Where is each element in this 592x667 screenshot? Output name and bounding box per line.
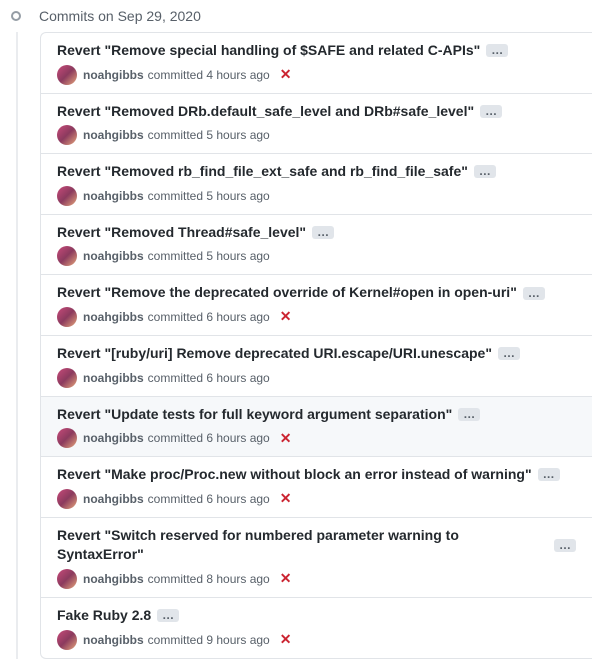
commit-time: committed 6 hours ago [148, 371, 270, 385]
expand-commit-button[interactable]: … [312, 226, 334, 239]
expand-commit-button[interactable]: … [480, 105, 502, 118]
commit-item: Revert "Removed DRb.default_safe_level a… [41, 94, 592, 155]
avatar[interactable] [57, 630, 77, 650]
commit-meta: noahgibbs committed 8 hours ago ✕ [57, 569, 576, 589]
commit-meta: noahgibbs committed 4 hours ago ✕ [57, 65, 576, 85]
status-failed-icon[interactable]: ✕ [280, 570, 292, 587]
expand-commit-button[interactable]: … [523, 287, 545, 300]
commit-meta: noahgibbs committed 6 hours ago ✕ [57, 489, 576, 509]
expand-commit-button[interactable]: … [157, 609, 179, 622]
avatar[interactable] [57, 489, 77, 509]
status-failed-icon[interactable]: ✕ [280, 66, 292, 83]
commit-meta: noahgibbs committed 5 hours ago [57, 125, 576, 145]
commit-meta: noahgibbs committed 6 hours ago ✕ [57, 307, 576, 327]
commit-item: Revert "Removed Thread#safe_level" … noahg… [41, 215, 592, 276]
commit-item: Revert "Removed rb_find_file_ext_safe an… [41, 154, 592, 215]
status-failed-icon[interactable]: ✕ [280, 490, 292, 507]
commit-time: committed 8 hours ago [148, 572, 270, 586]
commit-timeline: Revert "Remove special handling of $SAFE… [16, 32, 592, 659]
commit-author-link[interactable]: noahgibbs [83, 371, 144, 385]
avatar[interactable] [57, 246, 77, 266]
commit-title-link[interactable]: Revert "Switch reserved for numbered par… [57, 526, 548, 565]
commit-item: Revert "Switch reserved for numbered par… [41, 518, 592, 598]
avatar[interactable] [57, 125, 77, 145]
expand-commit-button[interactable]: … [458, 408, 480, 421]
commit-time: committed 9 hours ago [148, 633, 270, 647]
avatar[interactable] [57, 569, 77, 589]
commit-meta: noahgibbs committed 6 hours ago ✕ [57, 428, 576, 448]
commit-author-link[interactable]: noahgibbs [83, 431, 144, 445]
commit-author-link[interactable]: noahgibbs [83, 572, 144, 586]
commit-title-link[interactable]: Fake Ruby 2.8 [57, 606, 151, 626]
commit-title-link[interactable]: Revert "Remove special handling of $SAFE… [57, 41, 480, 61]
commit-title-link[interactable]: Revert "Make proc/Proc.new without block… [57, 465, 532, 485]
commit-author-link[interactable]: noahgibbs [83, 310, 144, 324]
commit-title-link[interactable]: Revert "[ruby/uri] Remove deprecated URI… [57, 344, 492, 364]
commit-author-link[interactable]: noahgibbs [83, 68, 144, 82]
commit-item: Revert "[ruby/uri] Remove deprecated URI… [41, 336, 592, 397]
avatar[interactable] [57, 368, 77, 388]
expand-commit-button[interactable]: … [486, 44, 508, 57]
commit-item: Revert "Update tests for full keyword ar… [41, 397, 592, 458]
commit-meta: noahgibbs committed 9 hours ago ✕ [57, 630, 576, 650]
commit-item: Revert "Remove special handling of $SAFE… [41, 33, 592, 94]
commit-title-link[interactable]: Revert "Removed Thread#safe_level" [57, 223, 306, 243]
commit-time: committed 5 hours ago [148, 189, 270, 203]
commit-time: committed 6 hours ago [148, 431, 270, 445]
commit-author-link[interactable]: noahgibbs [83, 492, 144, 506]
expand-commit-button[interactable]: … [474, 165, 496, 178]
commit-title-link[interactable]: Revert "Removed DRb.default_safe_level a… [57, 102, 474, 122]
avatar[interactable] [57, 428, 77, 448]
expand-commit-button[interactable]: … [554, 539, 576, 552]
commit-author-link[interactable]: noahgibbs [83, 189, 144, 203]
status-failed-icon[interactable]: ✕ [280, 430, 292, 447]
expand-commit-button[interactable]: … [498, 347, 520, 360]
commit-time: committed 4 hours ago [148, 68, 270, 82]
commit-item: Revert "Make proc/Proc.new without block… [41, 457, 592, 518]
commit-item: Fake Ruby 2.8 … noahgibbs committed 9 hour… [41, 598, 592, 658]
commit-meta: noahgibbs committed 5 hours ago [57, 246, 576, 266]
avatar[interactable] [57, 65, 77, 85]
avatar[interactable] [57, 307, 77, 327]
commit-author-link[interactable]: noahgibbs [83, 633, 144, 647]
commits-list: Revert "Remove special handling of $SAFE… [40, 32, 592, 659]
commit-title-link[interactable]: Revert "Remove the deprecated override o… [57, 283, 517, 303]
commit-meta: noahgibbs committed 6 hours ago [57, 368, 576, 388]
timeline-dot-icon [11, 11, 21, 21]
commit-title-link[interactable]: Revert "Removed rb_find_file_ext_safe an… [57, 162, 468, 182]
commit-time: committed 6 hours ago [148, 310, 270, 324]
commit-title-link[interactable]: Revert "Update tests for full keyword ar… [57, 405, 452, 425]
commit-meta: noahgibbs committed 5 hours ago [57, 186, 576, 206]
commit-item: Revert "Remove the deprecated override o… [41, 275, 592, 336]
commit-date-header: Commits on Sep 29, 2020 [39, 8, 201, 24]
commit-time: committed 5 hours ago [148, 249, 270, 263]
status-failed-icon[interactable]: ✕ [280, 308, 292, 325]
commit-time: committed 6 hours ago [148, 492, 270, 506]
commit-time: committed 5 hours ago [148, 128, 270, 142]
commit-author-link[interactable]: noahgibbs [83, 249, 144, 263]
avatar[interactable] [57, 186, 77, 206]
status-failed-icon[interactable]: ✕ [280, 631, 292, 648]
commit-author-link[interactable]: noahgibbs [83, 128, 144, 142]
expand-commit-button[interactable]: … [538, 468, 560, 481]
